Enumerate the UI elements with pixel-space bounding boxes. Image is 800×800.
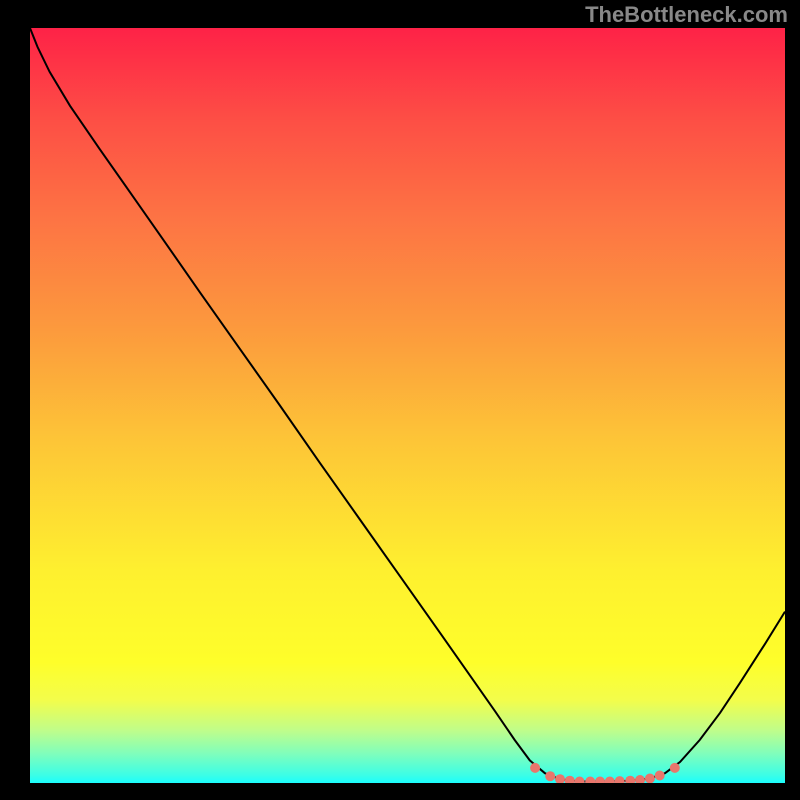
highlight-marker [530,763,540,773]
highlight-marker [545,771,555,781]
highlight-marker [645,774,655,784]
highlight-marker [655,771,665,781]
highlight-marker [605,777,615,784]
bottleneck-curve [30,28,785,782]
highlight-marker [625,776,635,783]
highlight-marker [670,763,680,773]
highlight-marker [555,774,565,783]
highlight-marker [615,776,625,783]
chart-svg [30,28,785,783]
highlight-markers [530,763,680,783]
highlight-marker [565,776,575,783]
highlight-marker [585,777,595,784]
highlight-marker [595,777,605,784]
highlight-marker [635,775,645,783]
watermark-text: TheBottleneck.com [585,2,788,28]
chart-plot-area [30,28,785,783]
highlight-marker [575,777,585,784]
